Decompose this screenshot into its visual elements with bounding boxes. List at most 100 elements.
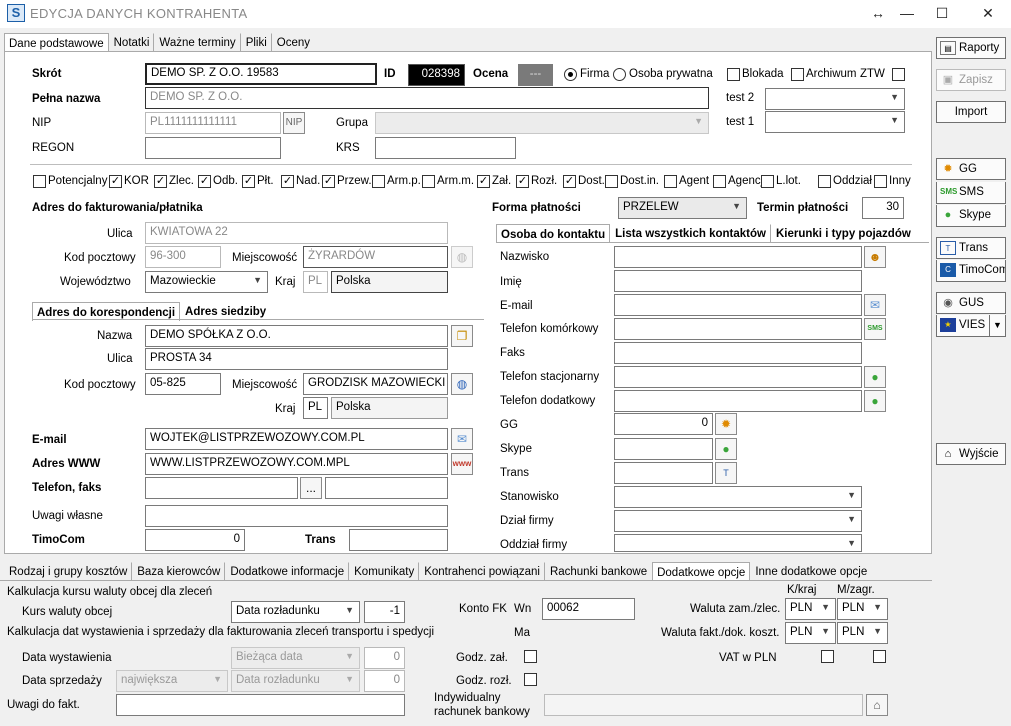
skype-icon[interactable]: ● <box>864 390 886 412</box>
flag-checkbox[interactable] <box>605 175 618 188</box>
sms-button[interactable]: SMS SMS <box>936 182 1006 204</box>
zapisz-button[interactable]: ▣ Zapisz <box>936 69 1006 91</box>
skype-button[interactable]: ● Skype <box>936 205 1006 227</box>
www-icon[interactable]: www <box>451 453 473 475</box>
telefon-more-button[interactable]: ... <box>300 477 322 499</box>
trans-input[interactable] <box>349 529 448 551</box>
uwagi-fakt-input[interactable] <box>116 694 405 716</box>
kor-miejsc-input[interactable]: GRODZISK MAZOWIECKI <box>303 373 448 395</box>
stanowisko-select[interactable]: ▼ <box>614 486 862 508</box>
stac-input[interactable] <box>614 366 862 388</box>
tab-osoba-do-kontaktu[interactable]: Osoba do kontaktu <box>496 224 611 243</box>
tab-dane-podstawowe[interactable]: Dane podstawowe <box>4 33 109 52</box>
raporty-button[interactable]: ▤ Raporty <box>936 37 1006 59</box>
flag-checkbox[interactable]: ✓ <box>477 175 490 188</box>
flag-checkbox[interactable]: ✓ <box>322 175 335 188</box>
vat-kraj-checkbox[interactable] <box>821 650 834 663</box>
gg-sun-icon[interactable]: ✹ <box>715 413 737 435</box>
firma-radio[interactable] <box>564 68 577 81</box>
tab-inne-opcje[interactable]: Inne dodatkowe opcje <box>750 562 873 580</box>
kor-nazwa-input[interactable]: DEMO SPÓŁKA Z O.O. <box>145 325 448 347</box>
waluta-zam-kraj-select[interactable]: PLN ▼ <box>785 598 836 620</box>
flag-checkbox[interactable] <box>874 175 887 188</box>
globe-icon[interactable]: ◍ <box>451 246 473 268</box>
gg-input[interactable]: 0 <box>614 413 713 435</box>
flag-checkbox[interactable] <box>713 175 726 188</box>
copy-icon[interactable]: ❐ <box>451 325 473 347</box>
tab-baza-kierowcow[interactable]: Baza kierowców <box>132 562 226 580</box>
flag-checkbox[interactable]: ✓ <box>516 175 529 188</box>
tab-adres-siedziby[interactable]: Adres siedziby <box>180 302 272 320</box>
nip-input[interactable]: PL1111111111111 <box>145 112 281 134</box>
godz-zal-checkbox[interactable] <box>524 650 537 663</box>
nip-button[interactable]: NIP <box>283 112 305 134</box>
data-sprz-select-1[interactable]: największa ▼ <box>116 670 228 692</box>
flag-checkbox[interactable]: ✓ <box>198 175 211 188</box>
www-input[interactable]: WWW.LISTPRZEWOZOWY.COM.MPL <box>145 453 448 475</box>
close-button[interactable]: ✕ <box>976 3 1000 23</box>
forma-platnosci-select[interactable]: PRZELEW ▼ <box>618 197 747 219</box>
mail-icon[interactable]: ✉ <box>451 428 473 450</box>
tab-pliki[interactable]: Pliki <box>240 33 272 51</box>
waluta-fakt-kraj-select[interactable]: PLN ▼ <box>785 622 836 644</box>
tab-lista-kontaktow[interactable]: Lista wszystkich kontaktów <box>610 224 771 242</box>
osoba-trans-input[interactable] <box>614 462 713 484</box>
tab-rachunki-bankowe[interactable]: Rachunki bankowe <box>544 562 653 580</box>
wn-input[interactable]: 00062 <box>542 598 635 620</box>
blokada-checkbox[interactable] <box>727 68 740 81</box>
flag-checkbox[interactable] <box>33 175 46 188</box>
flag-checkbox[interactable]: ✓ <box>109 175 122 188</box>
tab-kierunki[interactable]: Kierunki i typy pojazdów <box>770 224 916 242</box>
nazwisko-input[interactable] <box>614 246 862 268</box>
waluta-zam-zagr-select[interactable]: PLN ▼ <box>837 598 888 620</box>
kurs-select[interactable]: Data rozładunku ▼ <box>231 601 360 623</box>
flag-checkbox[interactable]: ✓ <box>242 175 255 188</box>
skrot-input[interactable]: DEMO SP. Z O.O. 19583 <box>145 63 377 85</box>
flag-checkbox[interactable] <box>664 175 677 188</box>
trans-icon[interactable]: T <box>715 462 737 484</box>
tab-kontrahenci-powiazani[interactable]: Kontrahenci powiązani <box>419 562 545 580</box>
tab-dodatkowe-informacje[interactable]: Dodatkowe informacje <box>225 562 350 580</box>
vies-button[interactable]: ★ VIES <box>936 315 990 337</box>
maximize-button[interactable]: ☐ <box>930 3 954 23</box>
osoba-prywatna-radio[interactable] <box>613 68 626 81</box>
krs-input[interactable] <box>375 137 516 159</box>
archiwum-checkbox[interactable] <box>791 68 804 81</box>
resize-icon[interactable]: ↔ <box>866 3 890 23</box>
kor-kraj-code[interactable]: PL <box>303 397 328 419</box>
osoba-email-input[interactable] <box>614 294 862 316</box>
person-icon[interactable]: ☻ <box>864 246 886 268</box>
ztw-checkbox[interactable] <box>892 68 905 81</box>
tab-notatki[interactable]: Notatki <box>108 33 155 51</box>
rachunek-input[interactable] <box>544 694 863 716</box>
faktura-ulica-input[interactable]: KWIATOWA 22 <box>145 222 448 244</box>
tab-dodatkowe-opcje[interactable]: Dodatkowe opcje <box>652 562 751 581</box>
sms-icon[interactable]: SMS <box>864 318 886 340</box>
email-input[interactable]: WOJTEK@LISTPRZEWOZOWY.COM.PL <box>145 428 448 450</box>
data-sprz-select-2[interactable]: Data rozładunku ▼ <box>231 670 360 692</box>
flag-checkbox[interactable] <box>372 175 385 188</box>
data-sprz-input[interactable]: 0 <box>364 670 405 692</box>
gus-button[interactable]: ◉ GUS <box>936 292 1006 314</box>
tab-rodzaj-kosztow[interactable]: Rodzaj i grupy kosztów <box>4 562 133 580</box>
flag-checkbox[interactable]: ✓ <box>154 175 167 188</box>
kurs-input[interactable]: -1 <box>364 601 405 623</box>
regon-input[interactable] <box>145 137 281 159</box>
dzial-select[interactable]: ▼ <box>614 510 862 532</box>
bank-icon[interactable]: ⌂ <box>866 694 888 716</box>
data-wyst-input[interactable]: 0 <box>364 647 405 669</box>
tab-oceny[interactable]: Oceny <box>271 33 316 51</box>
termin-input[interactable]: 30 <box>862 197 904 219</box>
skype-icon[interactable]: ● <box>864 366 886 388</box>
skype-input[interactable] <box>614 438 713 460</box>
godz-rozl-checkbox[interactable] <box>524 673 537 686</box>
faktura-woj-select[interactable]: Mazowieckie ▼ <box>145 271 268 293</box>
faktura-miejsc-input[interactable]: ŻYRARDÓW <box>303 246 448 268</box>
tab-komunikaty[interactable]: Komunikaty <box>349 562 420 580</box>
oddzial-select[interactable]: ▼ <box>614 534 862 552</box>
pelna-nazwa-input[interactable]: DEMO SP. Z O.O. <box>145 87 709 109</box>
globe-icon[interactable]: ◍ <box>451 373 473 395</box>
flag-checkbox[interactable]: ✓ <box>563 175 576 188</box>
timocom-input[interactable]: 0 <box>145 529 245 551</box>
skype-icon[interactable]: ● <box>715 438 737 460</box>
